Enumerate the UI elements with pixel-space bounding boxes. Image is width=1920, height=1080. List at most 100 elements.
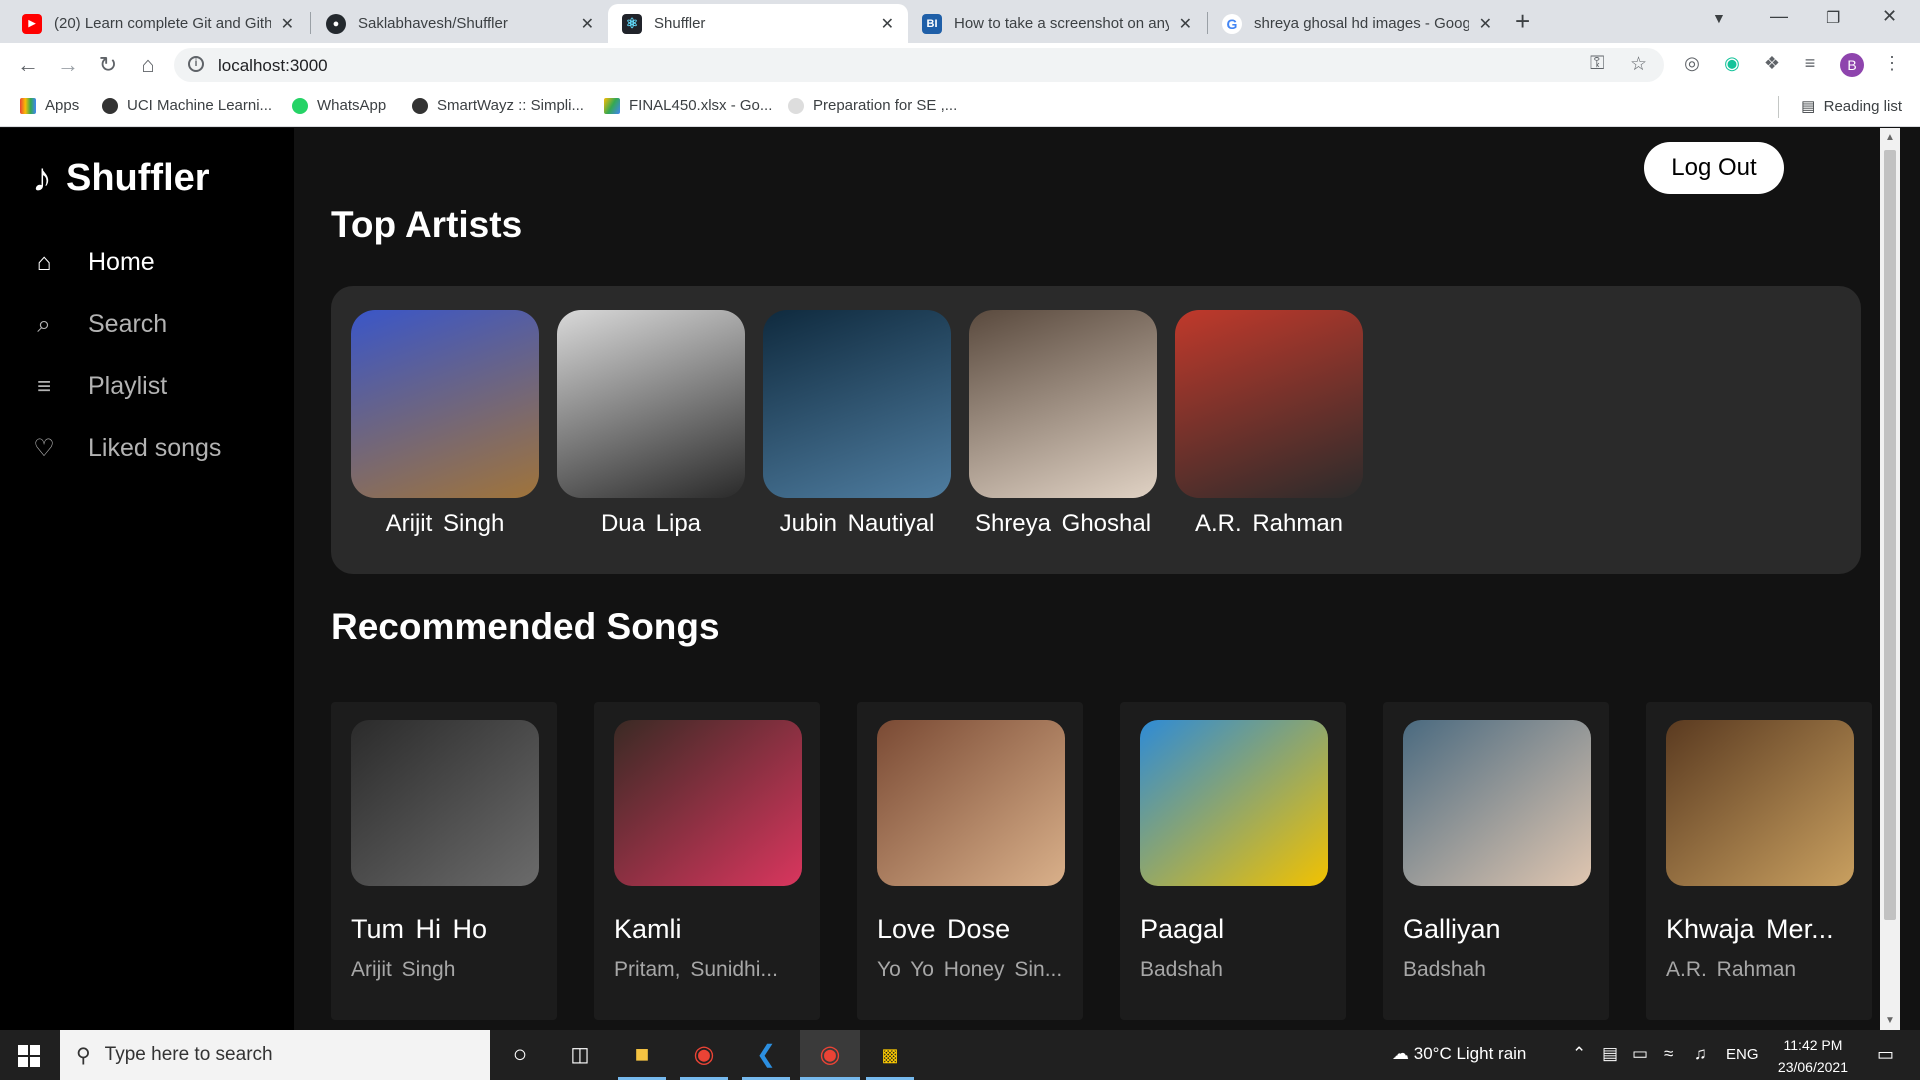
logout-button[interactable]: Log Out — [1644, 142, 1784, 194]
brand-name: Shuffler — [66, 157, 210, 199]
chrome-icon[interactable]: ◉ — [814, 1039, 846, 1071]
song-cover — [877, 720, 1065, 886]
address-bar[interactable]: i localhost:3000 ⚿ ☆ — [174, 48, 1664, 82]
close-icon[interactable]: ✕ — [281, 14, 294, 34]
scrollbar-thumb[interactable] — [1884, 150, 1896, 920]
tab-separator — [310, 12, 311, 34]
close-icon[interactable]: ✕ — [881, 14, 894, 34]
restore-icon[interactable]: ❐ — [1826, 8, 1840, 28]
sidebar-item-liked-songs[interactable]: ♡ Liked songs — [30, 434, 221, 463]
artist-name: Shreya Ghoshal — [974, 510, 1152, 537]
weather-widget[interactable]: ☁ 30°C Light rain — [1392, 1044, 1526, 1064]
forward-icon[interactable]: → — [54, 52, 82, 78]
windows-start-icon[interactable] — [18, 1045, 40, 1067]
terminal-icon[interactable]: ▩ — [874, 1039, 906, 1071]
bookmark-smartwayz[interactable]: SmartWayz :: Simpli... — [412, 97, 584, 114]
song-artist: Badshah — [1140, 958, 1223, 981]
brand-logo[interactable]: ♪ Shuffler — [32, 156, 210, 201]
tab-title: Saklabhavesh/Shuffler — [358, 15, 508, 32]
file-explorer-icon[interactable]: ■ — [626, 1039, 658, 1071]
artist-card[interactable]: Dua Lipa — [557, 310, 745, 538]
scroll-down-icon[interactable]: ▼ — [1885, 1015, 1895, 1026]
sidebar: ♪ Shuffler ⌂ Home ⌕ Search ≡ Playlist ♡ … — [0, 128, 294, 1030]
media-queue-icon[interactable]: ≡ — [1798, 53, 1822, 74]
home-button-icon[interactable]: ⌂ — [134, 52, 162, 78]
translate-extension-icon[interactable]: ◎ — [1680, 53, 1704, 74]
bookmark-star-icon[interactable]: ☆ — [1630, 53, 1647, 76]
volume-icon[interactable]: ♫ — [1694, 1044, 1707, 1064]
bookmark-label: FINAL450.xlsx - Go... — [629, 97, 773, 114]
language-indicator[interactable]: ENG — [1726, 1046, 1759, 1063]
taskbar-search-placeholder: Type here to search — [104, 1044, 273, 1065]
song-cover — [614, 720, 802, 886]
chrome-icon[interactable]: ◉ — [688, 1039, 720, 1071]
grammarly-icon[interactable]: ◉ — [1720, 53, 1744, 74]
new-tab-button[interactable]: + — [1515, 6, 1530, 37]
shuffler-app: ♪ Shuffler ⌂ Home ⌕ Search ≡ Playlist ♡ … — [0, 128, 1920, 1030]
song-card[interactable]: Kamli Pritam, Sunidhi... — [594, 702, 820, 1020]
artist-card[interactable]: A.R. Rahman — [1175, 310, 1363, 538]
tab-github[interactable]: ● Saklabhavesh/Shuffler ✕ — [312, 4, 608, 43]
key-icon[interactable]: ⚿ — [1590, 53, 1604, 75]
tab-google-images[interactable]: G shreya ghosal hd images - Google ✕ — [1208, 4, 1506, 43]
tab-search-icon[interactable]: ▼ — [1712, 10, 1726, 26]
artist-card[interactable]: Shreya Ghoshal — [969, 310, 1157, 538]
artist-name: Dua Lipa — [600, 510, 702, 537]
apps-grid-icon — [20, 97, 36, 114]
artist-photo — [1175, 310, 1363, 498]
reading-list-button[interactable]: ▤ Reading list — [1801, 97, 1902, 115]
task-view-icon[interactable]: ◫ — [564, 1039, 596, 1071]
cortana-icon[interactable]: ○ — [504, 1039, 536, 1071]
bookmark-separator — [1778, 96, 1779, 118]
song-artist: Yo Yo Honey Sin... — [877, 958, 1063, 981]
vscode-icon[interactable]: ❮ — [750, 1039, 782, 1071]
song-card[interactable]: Tum Hi Ho Arijit Singh — [331, 702, 557, 1020]
taskbar-clock[interactable]: 11:42 PM 23/06/2021 — [1778, 1034, 1848, 1078]
tab-youtube[interactable]: ▶ (20) Learn complete Git and Github ✕ — [8, 4, 308, 43]
minimize-icon[interactable]: — — [1770, 6, 1788, 27]
sidebar-item-search[interactable]: ⌕ Search — [30, 310, 167, 339]
back-icon[interactable]: ← — [14, 52, 42, 78]
artist-name: Arijit Singh — [385, 510, 505, 537]
sidebar-item-playlist[interactable]: ≡ Playlist — [30, 372, 167, 401]
close-icon[interactable]: ✕ — [581, 14, 594, 34]
bookmark-label: Apps — [45, 97, 80, 114]
bookmark-apps[interactable]: Apps — [20, 97, 79, 114]
artist-card[interactable]: Arijit Singh — [351, 310, 539, 538]
whatsapp-icon — [292, 97, 308, 114]
wifi-icon[interactable]: ≈ — [1664, 1044, 1673, 1064]
tray-chevron-icon[interactable]: ⌃ — [1572, 1044, 1586, 1064]
tray-device-icon[interactable]: ▤ — [1602, 1044, 1618, 1064]
song-card[interactable]: Galliyan Badshah — [1383, 702, 1609, 1020]
close-icon[interactable]: ✕ — [1179, 14, 1192, 34]
bookmark-preparation[interactable]: Preparation for SE ,... — [788, 97, 957, 114]
bookmark-final450[interactable]: FINAL450.xlsx - Go... — [604, 97, 772, 114]
bookmark-uci[interactable]: UCI Machine Learni... — [102, 97, 272, 114]
taskbar-search-box[interactable]: ⚲ Type here to search — [60, 1030, 490, 1080]
battery-icon[interactable]: ▭ — [1632, 1044, 1648, 1064]
bookmark-whatsapp[interactable]: WhatsApp — [292, 97, 386, 114]
close-icon[interactable]: ✕ — [1479, 14, 1492, 34]
site-info-icon[interactable]: i — [188, 56, 204, 72]
sidebar-item-home[interactable]: ⌂ Home — [30, 248, 155, 277]
tab-screenshot-article[interactable]: BI How to take a screenshot on any ✕ — [908, 4, 1206, 43]
artist-card[interactable]: Jubin Nautiyal — [763, 310, 951, 538]
song-card[interactable]: Love Dose Yo Yo Honey Sin... — [857, 702, 1083, 1020]
artist-photo — [351, 310, 539, 498]
browser-menu-icon[interactable]: ⋮ — [1880, 53, 1904, 74]
profile-avatar[interactable]: B — [1840, 53, 1864, 77]
notifications-icon[interactable]: ▭ — [1877, 1044, 1894, 1065]
tab-shuffler-active[interactable]: ⚛ Shuffler ✕ — [608, 4, 908, 43]
song-card[interactable]: Khwaja Mer... A.R. Rahman — [1646, 702, 1872, 1020]
playlist-add-icon: ≡ — [36, 372, 51, 400]
url-text: localhost:3000 — [218, 56, 328, 75]
scroll-up-icon[interactable]: ▲ — [1885, 132, 1895, 143]
extensions-puzzle-icon[interactable]: ❖ — [1760, 53, 1784, 74]
page-scrollbar[interactable]: ▲ ▼ — [1880, 128, 1900, 1030]
reload-icon[interactable]: ↻ — [94, 52, 122, 78]
bookmarks-bar: Apps UCI Machine Learni... WhatsApp Smar… — [0, 87, 1920, 127]
artist-photo — [557, 310, 745, 498]
song-card[interactable]: Paagal Badshah — [1120, 702, 1346, 1020]
react-icon: ⚛ — [622, 13, 642, 34]
window-close-icon[interactable]: ✕ — [1882, 6, 1897, 27]
